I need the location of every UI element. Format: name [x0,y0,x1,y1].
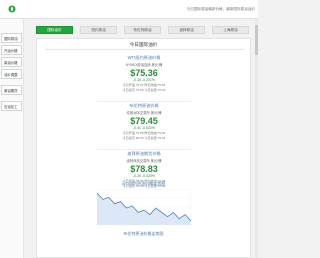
sidebar-item-adjustment[interactable]: 油价调整 [1,69,22,79]
sidebar-item-crude[interactable]: 国际原油 [1,33,22,43]
divider [97,149,191,150]
card-change: -0.16 -0.201% [133,78,155,82]
tab-bar: 国际油价 纽约原油 布伦特原油 迪拜原油 上海原油 [36,26,251,35]
card-name[interactable]: 布伦特原油价格 [101,103,187,109]
site-logo-icon[interactable] [8,5,16,13]
sidebar-item-label: 汽油价格 [4,48,18,53]
sidebar-item-label: 柴油价格 [4,60,18,65]
scrollbar-thumb[interactable] [255,25,258,55]
tab-international[interactable]: 国际油价 [36,26,73,34]
panel-title: 今日国际油价 [129,42,158,47]
card-name[interactable]: WTI纽约原油价格 [101,55,187,61]
top-header: 今日国际原油最新价格，最新国际原油油价 [0,0,258,19]
chart-title-wti: WTI纽约原油价格走势图 [121,181,166,186]
sidebar-item-label: 油价调整 [4,72,18,77]
card-exchange: NYMEX原油连续 美元/桶 [125,63,163,67]
card-change: -0.41 -0.520% [133,126,155,130]
tab-dubai[interactable]: 迪拜原油 [168,26,205,34]
wti-trend-chart [97,189,191,225]
card-exchange: 伦敦洲际交易所 美元/桶 [126,111,162,115]
card-stats-open-close: 今日开盘:75.47 昨日收盘:75.52 [122,83,166,87]
card-exchange: 迪拜商品交易所 美元/桶 [126,159,162,163]
price-card-wti: WTI纽约原油价格 NYMEX原油连续 美元/桶 $75.36 -0.16 -0… [101,55,187,92]
divider [45,49,244,50]
sidebar: 国际原油 汽油价格 柴油价格 油价调整 原油期货 石油化工 [0,19,24,258]
card-price: $78.83 [130,164,158,174]
tab-label: 上海原油 [223,27,238,32]
sidebar-item-petrochem[interactable]: 石油化工 [1,101,22,111]
header-notice: 今日国际原油最新价格，最新国际原油油价 [186,7,255,11]
main-content: 国际油价 纽约原油 布伦特原油 迪拜原油 上海原油 今日国际油价 WTI纽约原油… [36,26,251,258]
card-price: $79.45 [130,116,158,126]
tab-label: 布伦特原油 [133,27,152,32]
price-card-brent: 布伦特原油价格 伦敦洲际交易所 美元/桶 $79.45 -0.41 -0.520… [101,103,187,140]
card-stats-high-low: 今日最高:80.05 今日最低:79.18 [122,136,166,140]
sidebar-item-diesel[interactable]: 柴油价格 [1,57,22,67]
tab-nymex[interactable]: 纽约原油 [80,26,117,34]
tab-shanghai[interactable]: 上海原油 [212,26,249,34]
oil-price-panel: 今日国际油价 WTI纽约原油价格 NYMEX原油连续 美元/桶 $75.36 -… [36,38,251,258]
sidebar-item-gasoline[interactable]: 汽油价格 [1,45,22,55]
sidebar-item-label: 石油化工 [4,104,18,109]
card-stats-open-close: 今日开盘:79.85 昨日收盘:79.87 [122,131,166,135]
card-price: $75.36 [130,68,158,78]
sidebar-item-label: 国际原油 [4,36,18,41]
card-name[interactable]: 迪拜原油期货价格 [101,151,187,157]
tab-label: 纽约原油 [91,27,106,32]
tab-brent[interactable]: 布伦特原油 [124,26,161,34]
chart-title-brent: 布伦特原油价格走势图 [123,231,164,236]
sidebar-item-label: 原油期货 [4,88,18,93]
card-stats-high-low: 今日最高:75.89 今日最低:75.10 [122,88,166,92]
page-scrollbar[interactable] [255,19,258,258]
card-change: -0.25 -0.320% [133,174,155,178]
sidebar-item-futures[interactable]: 原油期货 [1,85,22,95]
tab-label: 国际油价 [47,27,62,32]
divider [97,101,191,102]
tab-label: 迪拜原油 [179,27,194,32]
